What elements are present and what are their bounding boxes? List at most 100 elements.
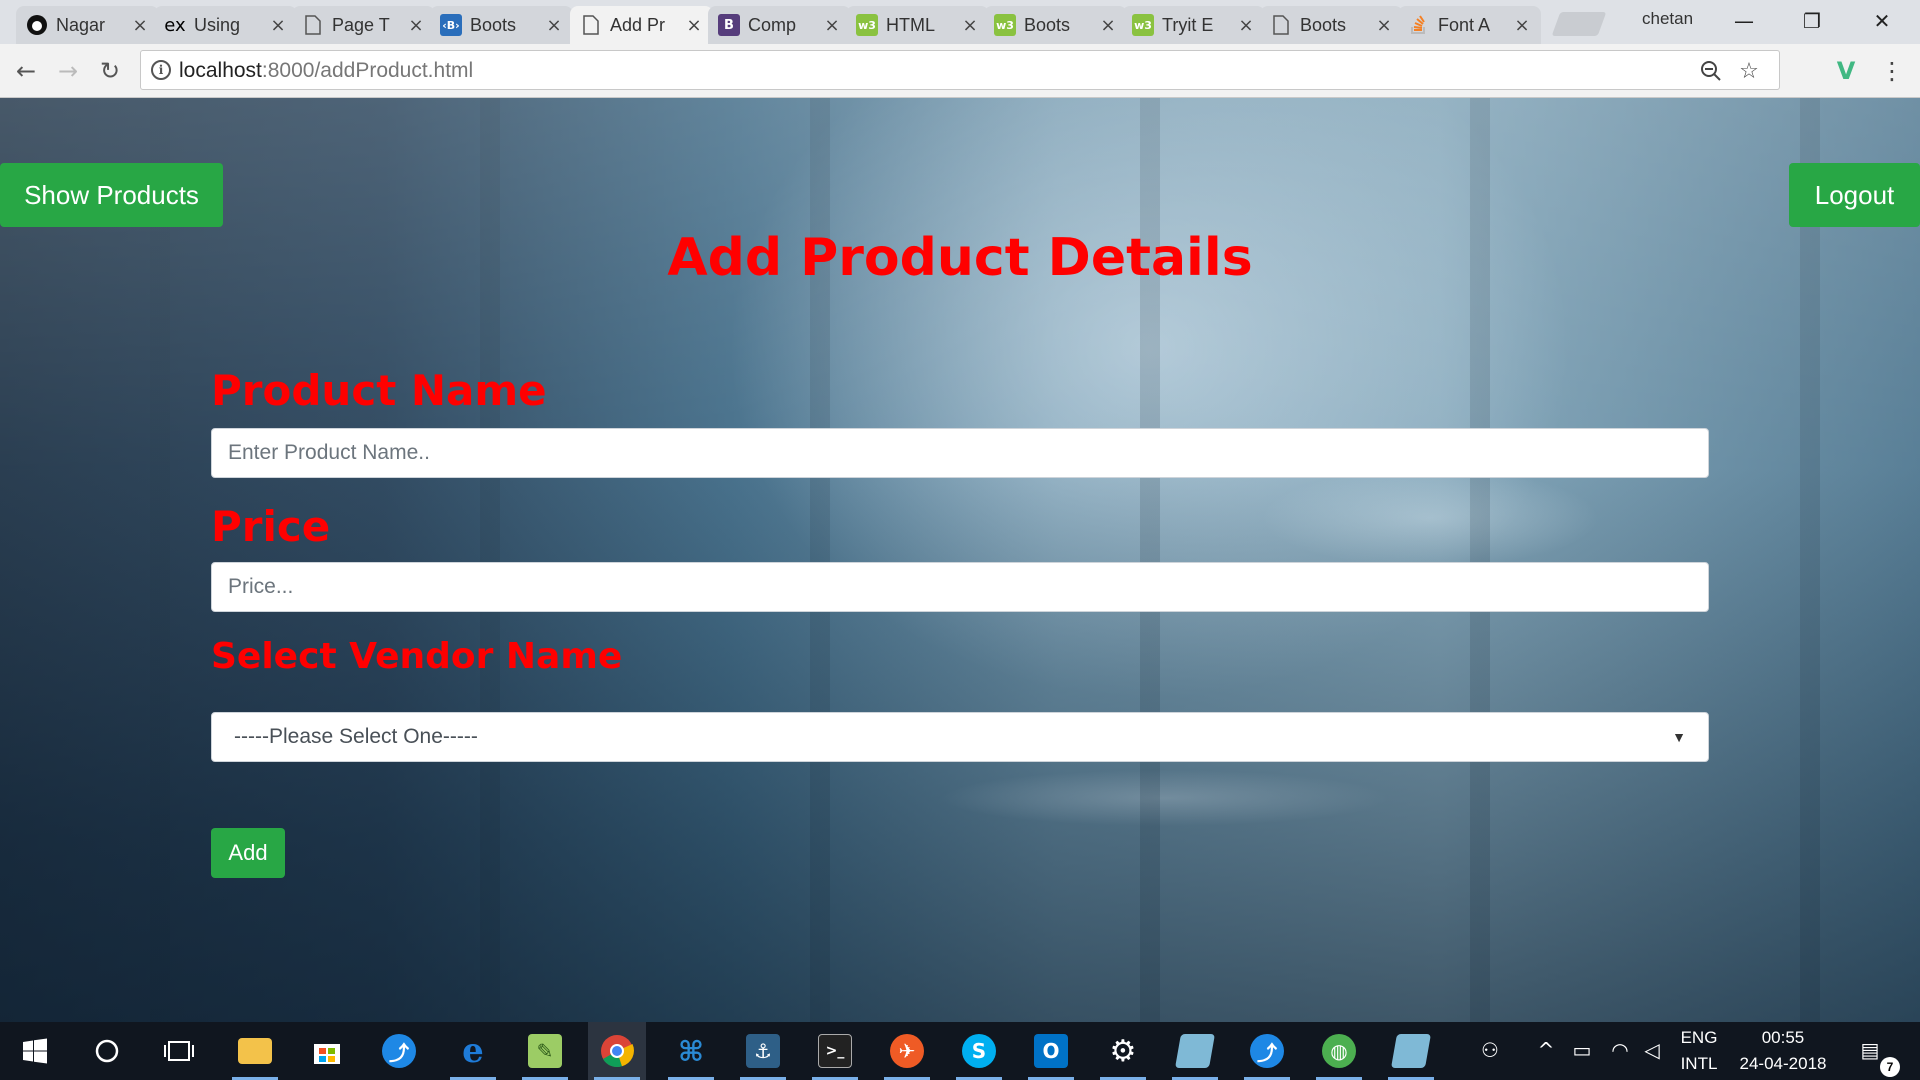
bootstrap-blue-icon: ‹B› bbox=[440, 14, 462, 36]
tab-9[interactable]: w3 Tryit E × bbox=[1122, 6, 1265, 44]
restore-icon[interactable]: ❐ bbox=[1788, 6, 1836, 36]
page-viewport: Show Products Logout Add Product Details… bbox=[0, 98, 1920, 1022]
tab-3[interactable]: Page T × bbox=[292, 6, 435, 44]
battery-icon[interactable]: ▭ bbox=[1568, 1036, 1596, 1064]
tab-2[interactable]: ex Using × bbox=[154, 6, 297, 44]
vendor-selected-value: -----Please Select One----- bbox=[234, 725, 478, 748]
logout-button[interactable]: Logout bbox=[1789, 163, 1920, 227]
windows-start-icon[interactable] bbox=[6, 1022, 64, 1080]
vendor-label: Select Vendor Name bbox=[211, 636, 623, 677]
tab-11[interactable]: Font A × bbox=[1398, 6, 1541, 44]
close-icon[interactable]: × bbox=[685, 15, 703, 36]
cortana-search-icon[interactable] bbox=[78, 1022, 136, 1080]
minimize-icon[interactable]: — bbox=[1720, 6, 1768, 36]
vue-devtools-icon[interactable]: V bbox=[1832, 57, 1860, 85]
close-icon[interactable]: × bbox=[407, 15, 425, 36]
new-tab-button[interactable] bbox=[1551, 12, 1607, 36]
browser-app-icon[interactable]: ⤴ bbox=[370, 1022, 428, 1080]
browser-app-icon-2[interactable]: ⤴ bbox=[1238, 1022, 1296, 1080]
close-icon[interactable]: × bbox=[131, 15, 149, 36]
tab-1[interactable]: Nagar × bbox=[16, 6, 159, 44]
tab-title: Using bbox=[194, 14, 241, 35]
edge-icon[interactable]: e bbox=[444, 1022, 502, 1080]
forward-icon[interactable]: → bbox=[52, 55, 84, 87]
page-icon bbox=[580, 14, 602, 36]
close-icon[interactable]: × bbox=[823, 15, 841, 36]
tab-title: Add Pr bbox=[610, 14, 666, 35]
page-title: Add Product Details bbox=[667, 228, 1253, 288]
ex-icon: ex bbox=[164, 14, 186, 36]
clock-date[interactable]: 24-04-2018 bbox=[1732, 1054, 1834, 1074]
chevron-up-icon[interactable]: ^ bbox=[1532, 1036, 1560, 1064]
close-icon[interactable]: × bbox=[1375, 15, 1393, 36]
tab-8[interactable]: w3 Boots × bbox=[984, 6, 1127, 44]
tab-10[interactable]: Boots × bbox=[1260, 6, 1403, 44]
language-layout[interactable]: INTL bbox=[1676, 1054, 1722, 1074]
w3schools-icon: w3 bbox=[1132, 14, 1154, 36]
tab-6[interactable]: B Comp × bbox=[708, 6, 851, 44]
action-center-icon[interactable]: ▤ bbox=[1856, 1036, 1884, 1064]
clock-time[interactable]: 00:55 bbox=[1732, 1028, 1834, 1048]
price-input[interactable] bbox=[211, 562, 1709, 612]
page-icon bbox=[1270, 14, 1292, 36]
tab-title: Boots bbox=[1024, 14, 1071, 35]
terminal-icon[interactable]: >_ bbox=[806, 1022, 864, 1080]
browser-toolbar: ← → ↻ i localhost:8000/addProduct.html ☆… bbox=[0, 44, 1920, 98]
chrome-icon[interactable] bbox=[588, 1022, 646, 1080]
vscode-icon[interactable]: ⌘ bbox=[662, 1022, 720, 1080]
browser-tab-strip: Nagar × ex Using × Page T × ‹B› Boots × … bbox=[0, 0, 1920, 44]
tab-title: HTML bbox=[886, 14, 935, 35]
info-icon[interactable]: i bbox=[151, 60, 171, 80]
outlook-icon[interactable]: O bbox=[1022, 1022, 1080, 1080]
notepad-plus-icon[interactable]: ✎ bbox=[516, 1022, 574, 1080]
vendor-select[interactable]: -----Please Select One----- ▼ bbox=[211, 712, 1709, 762]
menu-icon[interactable]: ⋮ bbox=[1880, 57, 1904, 85]
close-window-icon[interactable]: ✕ bbox=[1858, 6, 1906, 36]
reload-icon[interactable]: ↻ bbox=[94, 55, 126, 87]
tab-add-product[interactable]: Add Pr × bbox=[570, 6, 713, 44]
tab-title: Page T bbox=[332, 14, 390, 35]
page-icon bbox=[302, 14, 324, 36]
app-icon[interactable] bbox=[1166, 1022, 1224, 1080]
tab-7[interactable]: w3 HTML × bbox=[846, 6, 989, 44]
close-icon[interactable]: × bbox=[545, 15, 563, 36]
w3schools-icon: w3 bbox=[994, 14, 1016, 36]
close-icon[interactable]: × bbox=[269, 15, 287, 36]
back-icon[interactable]: ← bbox=[10, 55, 42, 87]
notification-count-badge: 7 bbox=[1880, 1057, 1900, 1077]
bookmark-star-icon[interactable]: ☆ bbox=[1735, 57, 1763, 85]
settings-gear-icon[interactable]: ⚙ bbox=[1094, 1022, 1152, 1080]
skype-icon[interactable]: S bbox=[950, 1022, 1008, 1080]
store-icon[interactable] bbox=[298, 1022, 356, 1080]
github-icon bbox=[26, 14, 48, 36]
task-view-icon[interactable] bbox=[150, 1022, 208, 1080]
wifi-icon[interactable]: ◠ bbox=[1606, 1036, 1634, 1064]
profile-name[interactable]: chetan bbox=[1642, 9, 1693, 29]
show-products-button[interactable]: Show Products bbox=[0, 163, 223, 227]
product-name-input[interactable] bbox=[211, 428, 1709, 478]
globe-icon[interactable]: ◍ bbox=[1310, 1022, 1368, 1080]
language-indicator[interactable]: ENG bbox=[1676, 1028, 1722, 1048]
zoom-icon[interactable] bbox=[1697, 57, 1725, 85]
close-icon[interactable]: × bbox=[1513, 15, 1531, 36]
chevron-down-icon: ▼ bbox=[1672, 729, 1686, 745]
tab-title: Boots bbox=[470, 14, 517, 35]
close-icon[interactable]: × bbox=[1099, 15, 1117, 36]
file-explorer-icon[interactable] bbox=[226, 1022, 284, 1080]
tab-title: Nagar bbox=[56, 14, 106, 35]
bootstrap-icon: B bbox=[718, 14, 740, 36]
address-bar[interactable]: i localhost:8000/addProduct.html ☆ bbox=[140, 50, 1780, 90]
add-button[interactable]: Add bbox=[211, 828, 285, 878]
volume-icon[interactable]: ◁ bbox=[1638, 1036, 1666, 1064]
tab-4[interactable]: ‹B› Boots × bbox=[430, 6, 573, 44]
app-icon-2[interactable] bbox=[1382, 1022, 1440, 1080]
close-icon[interactable]: × bbox=[961, 15, 979, 36]
tab-title: Font A bbox=[1438, 14, 1491, 35]
windows-taskbar: ⤴ e ✎ ⌘ ⚓ >_ ✈ S O ⚙ ⤴ ◍ ⚇ ^ ▭ ◠ ◁ ENG I… bbox=[0, 1022, 1920, 1080]
people-icon[interactable]: ⚇ bbox=[1476, 1036, 1504, 1064]
tab-title: Comp bbox=[748, 14, 797, 35]
mysql-workbench-icon[interactable]: ⚓ bbox=[734, 1022, 792, 1080]
postman-icon[interactable]: ✈ bbox=[878, 1022, 936, 1080]
close-icon[interactable]: × bbox=[1237, 15, 1255, 36]
url-text[interactable]: localhost:8000/addProduct.html bbox=[179, 59, 473, 83]
